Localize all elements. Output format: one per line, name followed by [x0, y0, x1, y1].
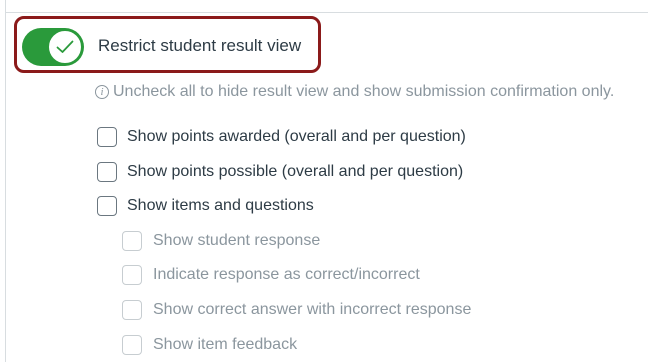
option-label: Indicate response as correct/incorrect	[153, 266, 420, 283]
option-label: Show items and questions	[127, 197, 314, 214]
checkbox-show-points-possible[interactable]	[97, 162, 117, 182]
restrict-result-view-label: Restrict student result view	[98, 36, 302, 55]
panel-top-divider	[5, 12, 648, 13]
toggle-knob	[48, 30, 82, 64]
info-hint: i Uncheck all to hide result view and sh…	[95, 83, 614, 101]
checkbox-show-item-feedback	[122, 335, 142, 355]
info-icon: i	[95, 85, 109, 99]
sub-option-show-item-feedback: Show item feedback	[122, 335, 297, 355]
option-label: Show points possible (overall and per qu…	[127, 163, 464, 180]
sub-option-show-correct-answer: Show correct answer with incorrect respo…	[122, 300, 471, 320]
checkbox-show-student-response	[122, 231, 142, 251]
checkbox-show-items-questions[interactable]	[97, 196, 117, 216]
option-label: Show student response	[153, 232, 321, 249]
checkbox-show-points-awarded[interactable]	[97, 127, 117, 147]
sub-option-indicate-correct-incorrect: Indicate response as correct/incorrect	[122, 265, 420, 285]
sub-option-show-student-response: Show student response	[122, 231, 320, 251]
option-label: Show points awarded (overall and per que…	[127, 128, 466, 145]
option-label: Show correct answer with incorrect respo…	[153, 301, 472, 318]
restrict-result-view-toggle[interactable]	[22, 28, 84, 66]
checkbox-indicate-correct-incorrect	[122, 265, 142, 285]
option-show-items-questions[interactable]: Show items and questions	[97, 196, 314, 216]
option-show-points-possible[interactable]: Show points possible (overall and per qu…	[97, 162, 463, 182]
info-hint-text: Uncheck all to hide result view and show…	[113, 83, 615, 100]
checkbox-show-correct-answer	[122, 300, 142, 320]
checkmark-icon	[56, 40, 74, 53]
panel-left-border	[5, 0, 6, 362]
option-show-points-awarded[interactable]: Show points awarded (overall and per que…	[97, 127, 466, 147]
option-label: Show item feedback	[153, 336, 298, 353]
